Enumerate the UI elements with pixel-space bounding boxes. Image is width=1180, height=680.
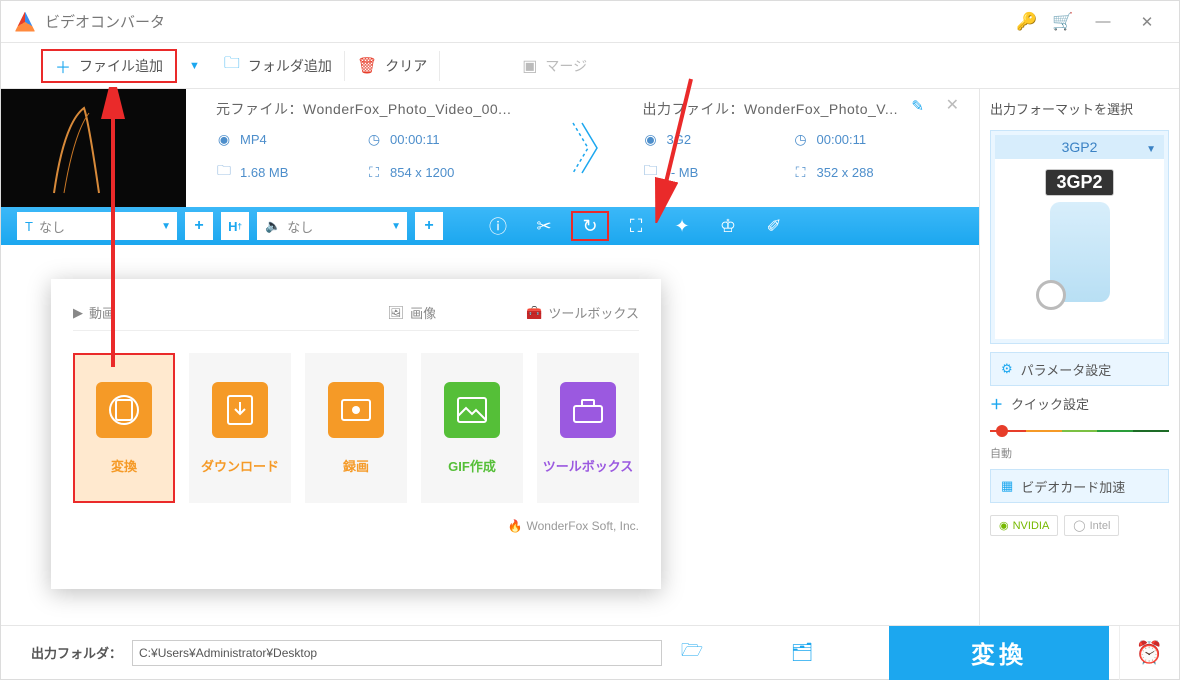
subtitle-select[interactable]: T なし▼ [17,212,177,240]
cart-icon[interactable]: 🛒 [1045,4,1081,40]
output-file-info: ✎ ✕ 出力ファイル：WonderFox_Photo_V... ◉3G2 ◷00… [613,89,980,207]
card-download[interactable]: ダウンロード [189,353,291,503]
open-folder-icon[interactable]: 🗁 [672,638,712,668]
browse-folder-icon[interactable]: 🗂 [782,638,822,668]
clock-icon: ◷ [366,131,382,148]
popup-tab-image[interactable]: 🖼画像 [388,303,437,322]
source-file-info: 元ファイル：WonderFox_Photo_Video_00... ◉MP4 ◷… [186,89,553,207]
remove-file-button[interactable]: ✕ [946,95,959,115]
toolbox-tab-icon: 🧰 [526,305,542,321]
filesize-icon: 🗀 [643,160,659,184]
add-audio-button[interactable]: + [415,212,443,240]
key-icon[interactable]: 🔑 [1009,4,1045,40]
minimize-button[interactable]: — [1081,4,1125,40]
output-folder-input[interactable] [132,640,662,666]
quality-slider[interactable] [990,427,1169,435]
chip-icon: ▦ [1001,478,1013,494]
convert-arrow-icon [553,89,613,207]
audio-track-select[interactable]: 🔈 なし▼ [257,212,407,240]
brand-label: 🔥WonderFox Soft, Inc. [73,519,639,533]
quick-settings-label: ＋クイック設定 [990,394,1169,413]
format-icon: ◉ [216,131,232,148]
nvidia-chip[interactable]: ◉NVIDIA [990,515,1058,536]
image-tab-icon: 🖼 [388,305,405,321]
slider-auto-label: 自動 [990,445,1169,461]
card-convert[interactable]: 変換 [73,353,175,503]
convert-button[interactable]: 変換 [889,626,1109,680]
feature-popup: ▶動画 🖼画像 🧰ツールボックス 変換 ダウンロード 録画 [51,279,661,589]
merge-icon: ▣ [522,56,537,76]
gpu-accel-button[interactable]: ▦ビデオカード加速 [990,469,1169,503]
dimensions-icon: ⛶ [793,164,809,181]
add-file-dropdown[interactable]: ▼ [177,60,212,72]
card-record[interactable]: 録画 [305,353,407,503]
footer-bar: 出力フォルダ： 🗁 🗂 変換 ⏰ [1,625,1179,679]
popup-tab-toolbox[interactable]: 🧰ツールボックス [526,303,639,322]
app-logo-icon [15,12,35,32]
plus-small-icon: ＋ [990,394,1003,413]
plus-icon: ＋ [55,54,71,78]
folder-plus-icon: 🗀 [224,52,240,79]
video-tab-icon: ▶ [73,305,83,321]
edit-pencil-icon[interactable]: ✎ [911,97,924,115]
main-toolbar: ＋ ファイル追加 ▼ 🗀 フォルダ追加 🗑 クリア ▣ マージ [1,43,1179,89]
info-icon[interactable]: ⓘ [479,211,517,241]
format-icon: ◉ [643,131,659,148]
file-row: 元ファイル：WonderFox_Photo_Video_00... ◉MP4 ◷… [1,89,979,207]
card-gif[interactable]: GIF作成 [421,353,523,503]
nvidia-icon: ◉ [999,519,1009,532]
output-folder-label: 出力フォルダ： [31,643,122,662]
flame-icon: 🔥 [508,519,523,533]
title-bar: ビデオコンバータ 🔑 🛒 — ✕ [1,1,1179,43]
output-format-selector[interactable]: 3GP2▼ 3GP2 [990,130,1169,344]
rotate-icon[interactable]: ↻ [571,211,609,241]
popup-tab-video[interactable]: ▶動画 [73,303,115,322]
format-preview-icon: 3GP2 [1025,169,1135,329]
parameter-settings-button[interactable]: ⚙パラメータ設定 [990,352,1169,386]
subtitle-settings-button[interactable]: H† [221,212,249,240]
close-window-button[interactable]: ✕ [1125,4,1169,40]
merge-button[interactable]: ▣ マージ [510,49,599,83]
add-folder-button[interactable]: 🗀 フォルダ追加 [212,49,344,83]
intel-chip[interactable]: ◯Intel [1064,515,1119,536]
watermark-icon[interactable]: ♔ [709,211,747,241]
text-icon: T [25,219,33,234]
add-subtitle-button[interactable]: + [185,212,213,240]
clock-icon: ◷ [793,131,809,148]
crop-icon[interactable]: ⛶ [617,211,655,241]
effects-icon[interactable]: ✦ [663,211,701,241]
chevron-down-icon: ▼ [1146,144,1156,155]
trash-icon: 🗑 [357,56,377,76]
schedule-icon[interactable]: ⏰ [1119,626,1179,680]
add-file-button[interactable]: ＋ ファイル追加 [41,49,177,83]
card-toolbox[interactable]: ツールボックス [537,353,639,503]
filesize-icon: 🗀 [216,160,232,184]
cut-icon[interactable]: ✂ [525,211,563,241]
speaker-icon: 🔈 [265,218,281,234]
dimensions-icon: ⛶ [366,164,382,181]
intel-icon: ◯ [1073,519,1085,532]
video-thumbnail[interactable] [1,89,186,207]
sharpen-icon[interactable]: ✐ [755,211,793,241]
right-panel: 出力フォーマットを選択 3GP2▼ 3GP2 ⚙パラメータ設定 ＋クイック設定 [979,89,1179,625]
app-title: ビデオコンバータ [45,11,165,32]
output-format-label: 出力フォーマットを選択 [990,99,1169,118]
sliders-icon: ⚙ [1001,361,1013,377]
edit-toolbar: T なし▼ + H† 🔈 なし▼ + ⓘ ✂ ↻ ⛶ ✦ ♔ ✐ [1,207,979,245]
clear-button[interactable]: 🗑 クリア [345,49,439,83]
